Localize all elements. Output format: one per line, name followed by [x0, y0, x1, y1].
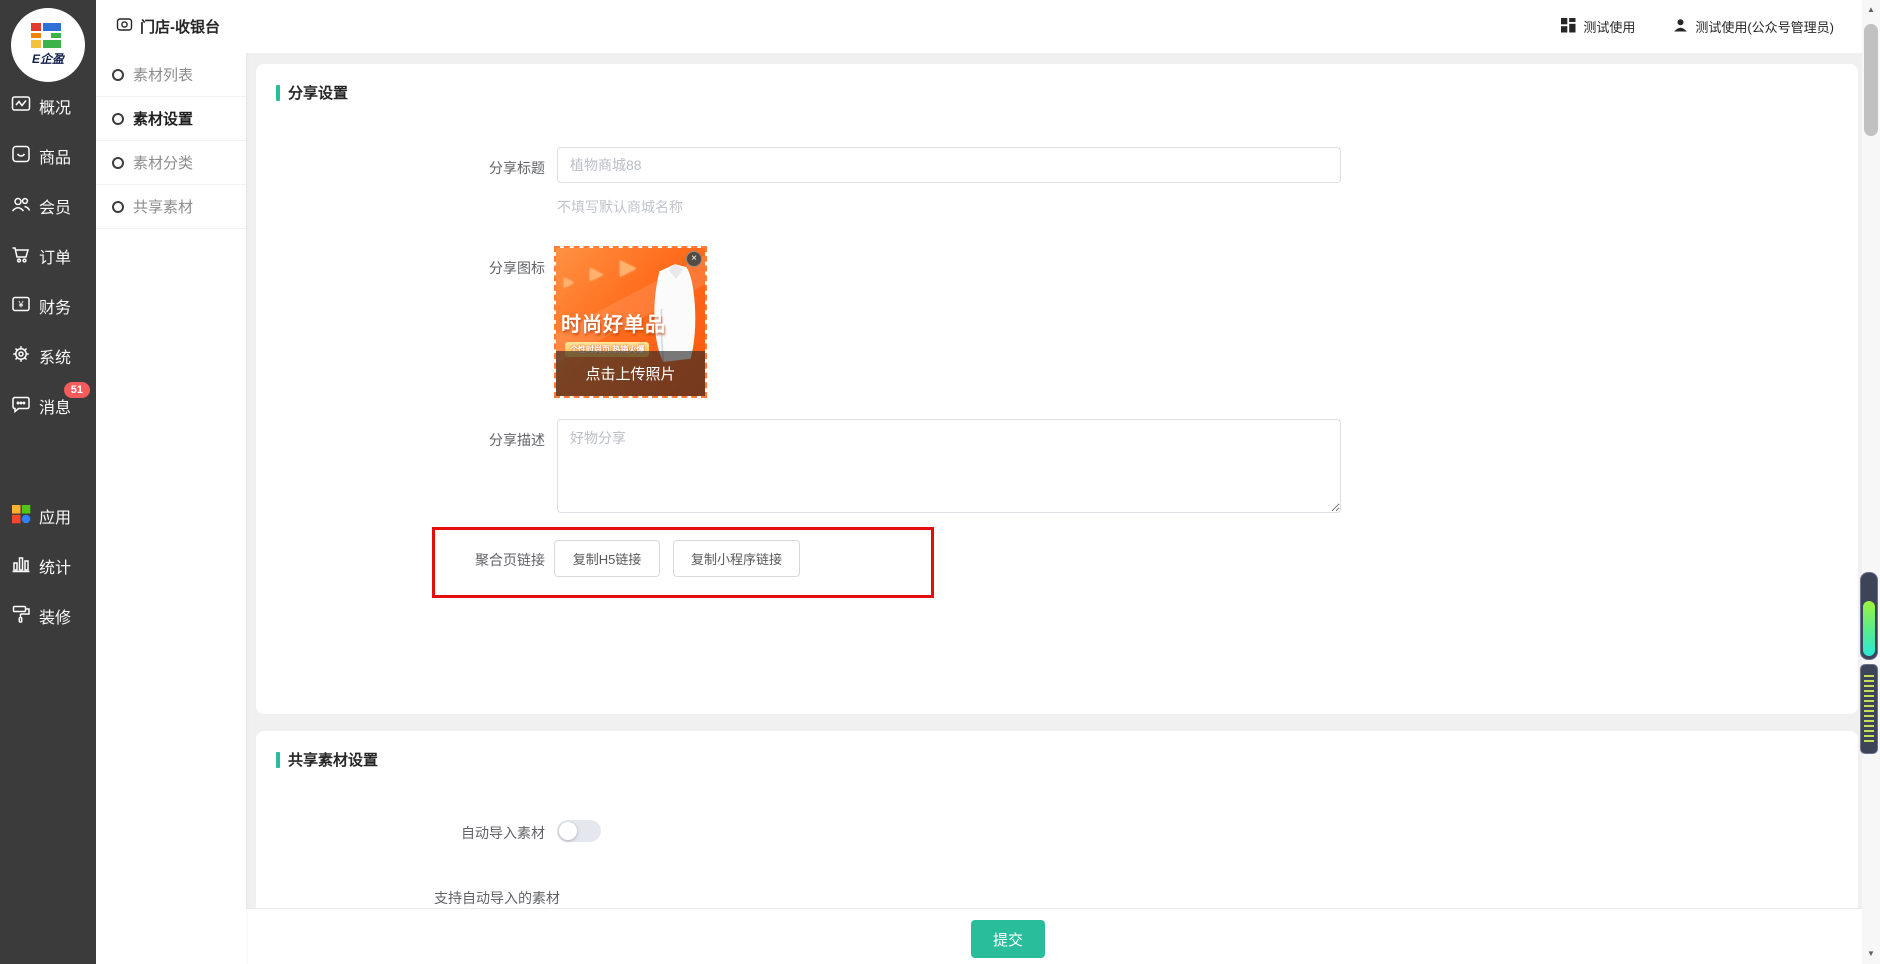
arrow-icon: ▶ — [590, 264, 603, 284]
arrow-icon: ▶ — [564, 274, 574, 290]
app-logo[interactable]: E企盈 — [11, 8, 85, 82]
cashier-icon — [116, 16, 133, 37]
sidebar-item-finance[interactable]: ¥ 财务 — [0, 281, 96, 331]
subnav-item-material-category[interactable]: 素材分类 — [96, 141, 246, 185]
material-subnav: 素材列表 素材设置 素材分类 共享素材 — [96, 0, 246, 964]
user-icon — [1673, 18, 1688, 36]
radio-circle-icon — [112, 113, 124, 125]
user-menu[interactable]: 测试使用(公众号管理员) — [1673, 17, 1834, 36]
section-title: 分享设置 — [288, 82, 348, 103]
subnav-item-shared-material[interactable]: 共享素材 — [96, 185, 246, 229]
sidebar-item-label: 系统 — [39, 344, 71, 368]
orders-icon — [10, 243, 32, 270]
form-footer: 提交 — [246, 908, 1862, 964]
auto-import-toggle[interactable] — [557, 820, 601, 842]
share-desc-label: 分享描述 — [256, 430, 545, 450]
share-title-input[interactable] — [557, 147, 1341, 183]
goods-icon — [10, 143, 32, 170]
audio-meter-stripes — [1864, 675, 1874, 745]
subnav-item-label: 素材列表 — [133, 64, 193, 85]
toggle-knob — [559, 822, 577, 840]
main-content: 分享设置 分享标题 不填写默认商城名称 分享图标 ▶ ▶ ▶ 时尚好单品 个性时… — [246, 53, 1862, 964]
messages-badge: 51 — [64, 382, 90, 398]
members-icon — [10, 193, 32, 220]
scrollbar-thumb[interactable] — [1864, 24, 1878, 136]
sidebar-item-label: 应用 — [39, 504, 71, 528]
audio-meter-scale-overlay — [1860, 664, 1878, 754]
auto-import-support-label: 支持自动导入的素材 — [434, 888, 560, 908]
radio-circle-icon — [112, 201, 124, 213]
banner-headline: 时尚好单品 — [561, 308, 666, 337]
sidebar-item-label: 订单 — [39, 244, 71, 268]
copy-miniprogram-link-button[interactable]: 复制小程序链接 — [673, 540, 800, 577]
submit-button[interactable]: 提交 — [971, 920, 1045, 958]
shop-label: 测试使用 — [1583, 17, 1635, 36]
messages-icon — [10, 393, 32, 420]
audio-meter-overlay — [1860, 572, 1878, 660]
sidebar-item-label: 概况 — [39, 94, 71, 118]
vertical-scrollbar[interactable]: ▲ ▼ — [1862, 0, 1880, 964]
shop-switcher[interactable]: 测试使用 — [1561, 17, 1635, 36]
share-settings-card: 分享设置 分享标题 不填写默认商城名称 分享图标 ▶ ▶ ▶ 时尚好单品 个性时… — [256, 64, 1858, 714]
logo-text: E企盈 — [32, 50, 64, 67]
remove-image-button[interactable]: × — [686, 251, 702, 267]
share-icon-label: 分享图标 — [256, 258, 545, 278]
top-header: 门店-收银台 测试使用 测试使用(公众号管理员) — [96, 0, 1862, 53]
sidebar-item-messages[interactable]: 消息 51 — [0, 381, 96, 431]
copy-h5-link-button[interactable]: 复制H5链接 — [554, 540, 660, 577]
sidebar-item-orders[interactable]: 订单 — [0, 231, 96, 281]
decorate-icon — [10, 603, 32, 630]
share-icon-image: ▶ ▶ ▶ 时尚好单品 个性时尚页 热销火爆 点击上传照片 × — [556, 248, 705, 396]
share-desc-textarea[interactable] — [557, 419, 1341, 513]
section-accent-bar — [276, 85, 280, 101]
sidebar-item-decorate[interactable]: 装修 — [0, 591, 96, 641]
auto-import-label: 自动导入素材 — [256, 823, 545, 843]
page-title-group: 门店-收银台 — [116, 16, 220, 37]
share-icon-upload[interactable]: ▶ ▶ ▶ 时尚好单品 个性时尚页 热销火爆 点击上传照片 × — [554, 246, 707, 398]
subnav-item-material-settings[interactable]: 素材设置 — [96, 97, 246, 141]
stats-icon — [10, 553, 32, 580]
sidebar-item-system[interactable]: 系统 — [0, 331, 96, 381]
sidebar-item-label: 财务 — [39, 294, 71, 318]
subnav-item-label: 素材分类 — [133, 152, 193, 173]
sidebar-item-members[interactable]: 会员 — [0, 181, 96, 231]
sidebar-item-label: 统计 — [39, 554, 71, 578]
subnav-item-material-list[interactable]: 素材列表 — [96, 53, 246, 97]
sidebar-item-label: 会员 — [39, 194, 71, 218]
audio-meter-level — [1863, 601, 1875, 656]
user-label: 测试使用(公众号管理员) — [1695, 17, 1834, 36]
shared-material-card: 共享素材设置 自动导入素材 支持自动导入的素材 — [256, 731, 1858, 908]
sidebar-item-label: 装修 — [39, 604, 71, 628]
radio-circle-icon — [112, 157, 124, 169]
page-title: 门店-收银台 — [140, 16, 220, 37]
sidebar-item-label: 消息 — [39, 394, 71, 418]
sidebar-item-apps[interactable]: 应用 — [0, 491, 96, 541]
sidebar-item-overview[interactable]: 概况 — [0, 81, 96, 131]
sidebar-item-stats[interactable]: 统计 — [0, 541, 96, 591]
radio-circle-icon — [112, 69, 124, 81]
grid-icon — [1561, 18, 1576, 36]
upload-photo-overlay[interactable]: 点击上传照片 — [556, 351, 705, 396]
section-accent-bar — [276, 752, 280, 768]
subnav-item-label: 素材设置 — [133, 108, 193, 129]
overview-icon — [10, 93, 32, 120]
sidebar-item-goods[interactable]: 商品 — [0, 131, 96, 181]
scroll-down-icon[interactable]: ▼ — [1862, 946, 1880, 962]
share-title-hint: 不填写默认商城名称 — [557, 197, 683, 217]
apps-icon — [10, 503, 32, 530]
section-title: 共享素材设置 — [288, 749, 378, 770]
finance-icon: ¥ — [10, 293, 32, 320]
svg-text:¥: ¥ — [17, 299, 24, 309]
aggregate-link-label: 聚合页链接 — [256, 550, 545, 570]
sidebar-item-label: 商品 — [39, 144, 71, 168]
share-title-label: 分享标题 — [256, 158, 545, 178]
subnav-item-label: 共享素材 — [133, 196, 193, 217]
arrow-icon: ▶ — [620, 255, 636, 280]
logo-mosaic-icon — [31, 23, 65, 49]
system-icon — [10, 343, 32, 370]
scroll-up-icon[interactable]: ▲ — [1862, 2, 1880, 18]
main-sidebar: E企盈 概况 商品 会员 订单 ¥ 财务 系统 消息 51 — [0, 0, 96, 964]
